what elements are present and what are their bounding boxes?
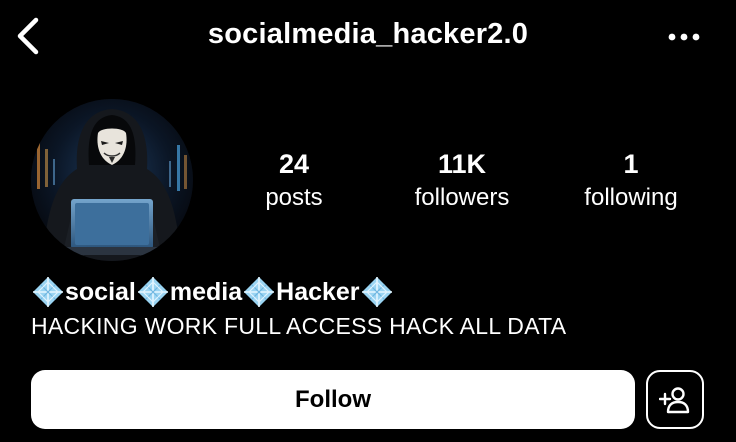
- add-person-icon: [659, 386, 690, 413]
- hooded-hacker-avatar: [31, 99, 193, 261]
- profile-bio: HACKING WORK FULL ACCESS HACK ALL DATA: [31, 313, 567, 339]
- posts-label: posts: [265, 184, 323, 211]
- display-name-part: Hacker: [276, 277, 360, 306]
- posts-stat[interactable]: 24 posts: [214, 148, 374, 215]
- more-dots-icon: [668, 33, 700, 41]
- sparkle-diamond-icon: [137, 277, 168, 307]
- display-name-part: social: [65, 277, 136, 306]
- sparkle-diamond-icon: [33, 277, 63, 307]
- sparkle-diamond-icon: [244, 277, 275, 307]
- posts-count: 24: [278, 149, 310, 179]
- followers-stat[interactable]: 11K followers: [382, 148, 542, 215]
- profile-avatar[interactable]: [31, 99, 193, 261]
- following-stat[interactable]: 1 following: [551, 148, 711, 215]
- more-options-button[interactable]: [664, 24, 704, 50]
- suggested-accounts-button[interactable]: [646, 370, 704, 429]
- display-name: social media Hacker: [31, 274, 394, 310]
- profile-header: socialmedia_hacker2.0: [0, 0, 736, 76]
- sparkle-diamond-icon: [361, 277, 392, 307]
- profile-username: socialmedia_hacker2.0: [207, 18, 529, 50]
- display-name-part: media: [169, 277, 243, 306]
- following-label: following: [584, 184, 678, 211]
- followers-label: followers: [414, 184, 510, 211]
- following-count: 1: [623, 149, 639, 179]
- followers-count: 11K: [437, 149, 487, 179]
- follow-button[interactable]: Follow: [31, 370, 635, 429]
